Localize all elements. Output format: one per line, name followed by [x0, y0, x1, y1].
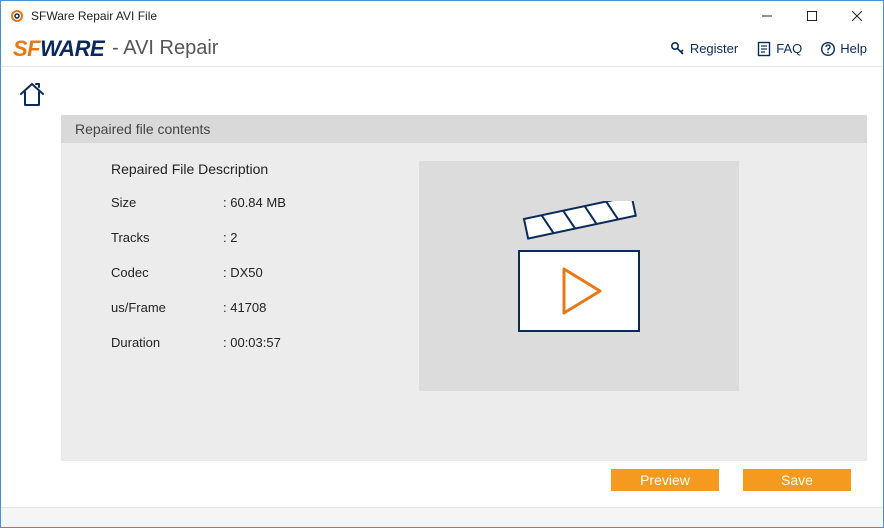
save-button[interactable]: Save [743, 469, 851, 491]
button-row: Preview Save [13, 461, 871, 501]
codec-label: Codec [111, 265, 223, 280]
results-panel: Repaired file contents Repaired File Des… [61, 115, 867, 461]
row-duration: Duration 00:03:57 [111, 335, 411, 350]
usframe-label: us/Frame [111, 300, 223, 315]
row-usframe: us/Frame 41708 [111, 300, 411, 315]
tracks-label: Tracks [111, 230, 223, 245]
preview-graphic [419, 161, 739, 391]
help-label: Help [840, 41, 867, 56]
footer-bar [1, 507, 883, 527]
app-icon [9, 8, 25, 24]
brand-subtitle: - AVI Repair [112, 37, 218, 60]
brand-ware: WARE [40, 36, 104, 62]
faq-label: FAQ [776, 41, 802, 56]
faq-icon [756, 41, 772, 57]
app-window: SFWare Repair AVI File SFWARE - AVI Repa… [0, 0, 884, 528]
usframe-value: 41708 [223, 300, 266, 315]
home-icon [17, 79, 47, 109]
brand-sf: SF [13, 36, 40, 62]
window-controls [744, 2, 879, 30]
duration-label: Duration [111, 335, 223, 350]
key-icon [670, 41, 686, 57]
home-button[interactable] [17, 79, 47, 109]
help-icon [820, 41, 836, 57]
panel-body: Repaired File Description Size 60.84 MB … [61, 143, 867, 419]
maximize-button[interactable] [789, 2, 834, 30]
row-tracks: Tracks 2 [111, 230, 411, 245]
titlebar: SFWare Repair AVI File [1, 1, 883, 31]
row-size: Size 60.84 MB [111, 195, 411, 210]
description-column: Repaired File Description Size 60.84 MB … [111, 161, 411, 391]
register-label: Register [690, 41, 738, 56]
help-link[interactable]: Help [820, 41, 867, 57]
register-link[interactable]: Register [670, 41, 738, 57]
content-area: Repaired file contents Repaired File Des… [1, 67, 883, 507]
faq-link[interactable]: FAQ [756, 41, 802, 57]
codec-value: DX50 [223, 265, 263, 280]
preview-button[interactable]: Preview [611, 469, 719, 491]
tracks-value: 2 [223, 230, 237, 245]
window-title: SFWare Repair AVI File [31, 9, 744, 23]
row-codec: Codec DX50 [111, 265, 411, 280]
size-label: Size [111, 195, 223, 210]
brand-logo: SFWARE [13, 36, 104, 62]
panel-header: Repaired file contents [61, 115, 867, 143]
brand-bar: SFWARE - AVI Repair Register FAQ [1, 31, 883, 67]
description-title: Repaired File Description [111, 161, 411, 177]
duration-value: 00:03:57 [223, 335, 281, 350]
clapperboard-icon [504, 201, 654, 351]
size-value: 60.84 MB [223, 195, 286, 210]
close-button[interactable] [834, 2, 879, 30]
minimize-button[interactable] [744, 2, 789, 30]
